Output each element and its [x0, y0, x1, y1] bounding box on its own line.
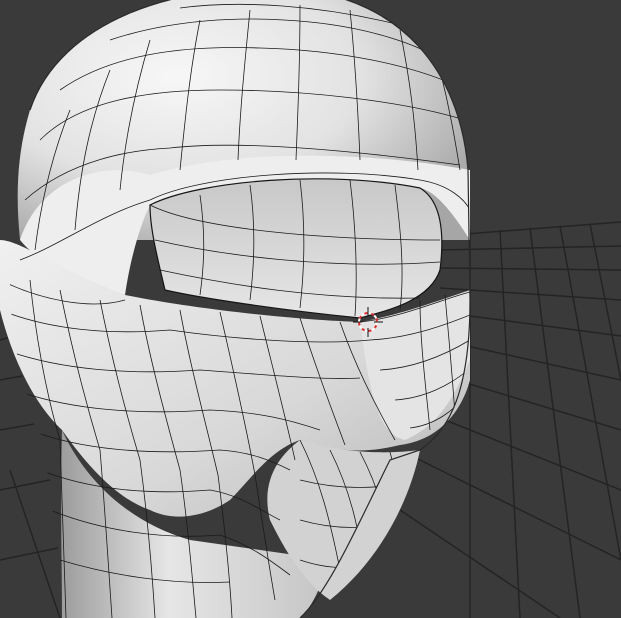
viewport-canvas[interactable] [0, 0, 621, 618]
3d-viewport[interactable] [0, 0, 621, 618]
eye-opening-interior [150, 178, 442, 318]
